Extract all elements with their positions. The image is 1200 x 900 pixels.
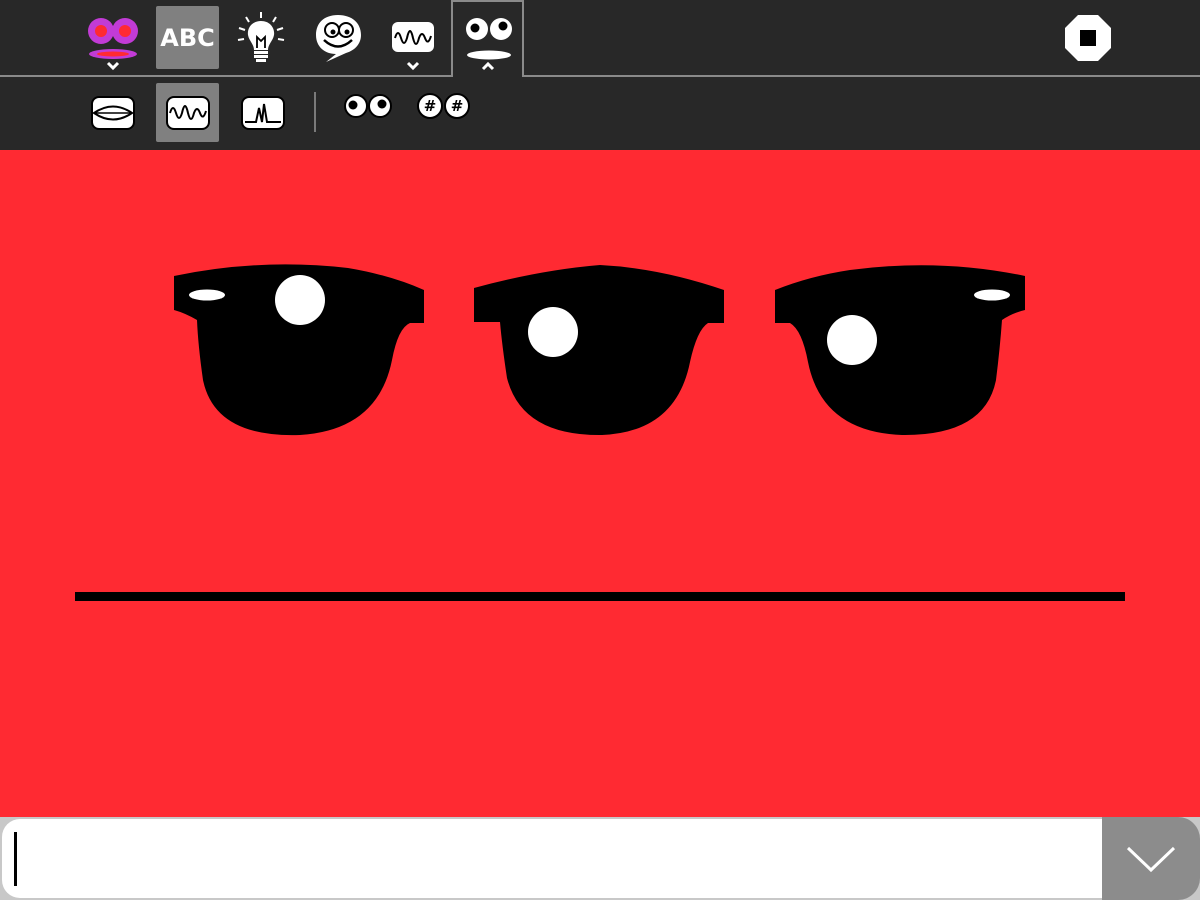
- face-voice-button[interactable]: [81, 6, 144, 71]
- stop-button[interactable]: [1064, 14, 1112, 62]
- eyes-round-button[interactable]: [338, 77, 398, 135]
- collapse-caret-icon: [456, 61, 519, 75]
- sunglasses-lens-left: [174, 264, 424, 436]
- keyboard-toggle-button[interactable]: [1102, 817, 1200, 900]
- sunglasses-lens-middle: [474, 265, 724, 436]
- mouth-pulse-button[interactable]: [231, 83, 294, 142]
- abc-label: ABC: [160, 23, 215, 52]
- pupil-left: [275, 275, 325, 325]
- waveform-icon: [165, 95, 210, 130]
- lightbulb-icon: [237, 11, 284, 62]
- pulse-icon: [240, 95, 285, 130]
- face-eyes: [174, 264, 1025, 436]
- pupil-middle: [528, 307, 578, 357]
- mouth-line: [75, 592, 1125, 601]
- speech-bubble-face-icon: [315, 14, 361, 62]
- waveform-icon: [391, 21, 434, 52]
- idea-button[interactable]: [229, 6, 292, 69]
- pupil-right: [827, 315, 877, 365]
- speech-text-input[interactable]: [2, 819, 1102, 898]
- eyes-mouth-icon: [465, 17, 512, 59]
- abc-text-button[interactable]: ABC: [156, 6, 219, 69]
- text-cursor: [14, 832, 17, 886]
- hash-eyes-icon: # #: [417, 93, 470, 119]
- eyes-number-button[interactable]: # #: [412, 77, 472, 135]
- palette-divider: [314, 92, 316, 132]
- speech-button[interactable]: [306, 6, 369, 69]
- round-eyes-icon: [344, 94, 392, 118]
- lips-icon: [90, 95, 135, 130]
- face-settings-button[interactable]: [456, 6, 519, 71]
- mouth-wave-button[interactable]: [156, 83, 219, 142]
- dropdown-caret-icon: [81, 61, 144, 75]
- chevron-down-icon: [1126, 846, 1176, 872]
- waveform-button[interactable]: [381, 6, 444, 71]
- purple-face-icon: [87, 17, 138, 59]
- mouth-shape-button[interactable]: [81, 83, 144, 142]
- dropdown-caret-icon: [381, 61, 444, 75]
- hash-glyph: #: [424, 97, 437, 115]
- sunglasses-lens-right: [775, 265, 1025, 436]
- stop-icon: [1065, 15, 1111, 61]
- hash-glyph: #: [451, 97, 464, 115]
